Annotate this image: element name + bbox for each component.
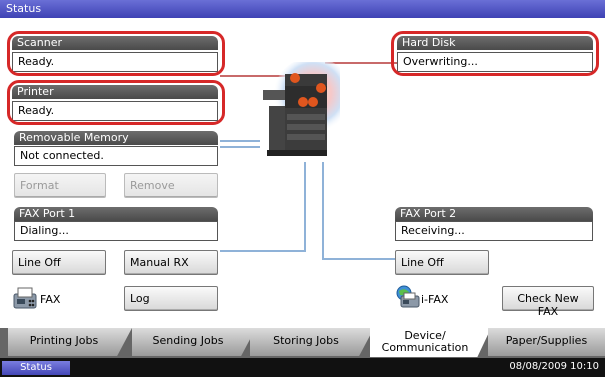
tab-printing-jobs[interactable]: Printing Jobs [8,328,132,356]
fax-port1-status: Dialing... [14,221,218,241]
scanner-label: Scanner [12,36,218,50]
log-button[interactable]: Log [124,286,218,311]
removable-memory-status: Not connected. [14,146,218,166]
fax-port2-label: FAX Port 2 [395,207,593,221]
connector-line [220,140,260,142]
ifax-label: i-FAX [421,293,449,306]
printer-status: Ready. [12,101,218,121]
printer-label: Printer [12,85,218,99]
window-title: Status [0,0,605,18]
tab-storing-jobs[interactable]: Storing Jobs [250,328,374,356]
connector-line [220,146,260,148]
status-screen: Status Scanner Ready. Printer Ready. Har… [0,0,605,377]
fax-icon [13,287,37,309]
tab-device-communication-line2: Communication [381,341,469,354]
removable-memory-label: Removable Memory [14,131,218,145]
ifax-icon [396,285,420,308]
tab-device-communication[interactable]: Device/ Communication [370,326,492,357]
printer-device-illustration [263,62,340,156]
manual-rx-button[interactable]: Manual RX [124,250,218,275]
connector-line [322,162,324,258]
tab-sending-jobs[interactable]: Sending Jobs [132,328,256,356]
connector-line [304,162,306,250]
connector-line [220,250,306,252]
fax-port1-label: FAX Port 1 [14,207,218,221]
check-new-fax-button[interactable]: Check New FAX [502,286,594,318]
remove-button[interactable]: Remove [124,173,218,198]
status-button[interactable]: Status [2,361,70,375]
scanner-status: Ready. [12,52,218,72]
line-off-port1-button[interactable]: Line Off [12,250,106,275]
hard-disk-label: Hard Disk [397,36,593,50]
tab-paper-supplies[interactable]: Paper/Supplies [488,328,605,356]
fax-port2-status: Receiving... [395,221,593,241]
connector-line [322,258,397,260]
hard-disk-status: Overwriting... [397,52,593,72]
date-time: 08/08/2009 10:10 [509,361,599,372]
fax-label: FAX [40,293,61,306]
line-off-port2-button[interactable]: Line Off [395,250,489,275]
format-button[interactable]: Format [14,173,106,198]
